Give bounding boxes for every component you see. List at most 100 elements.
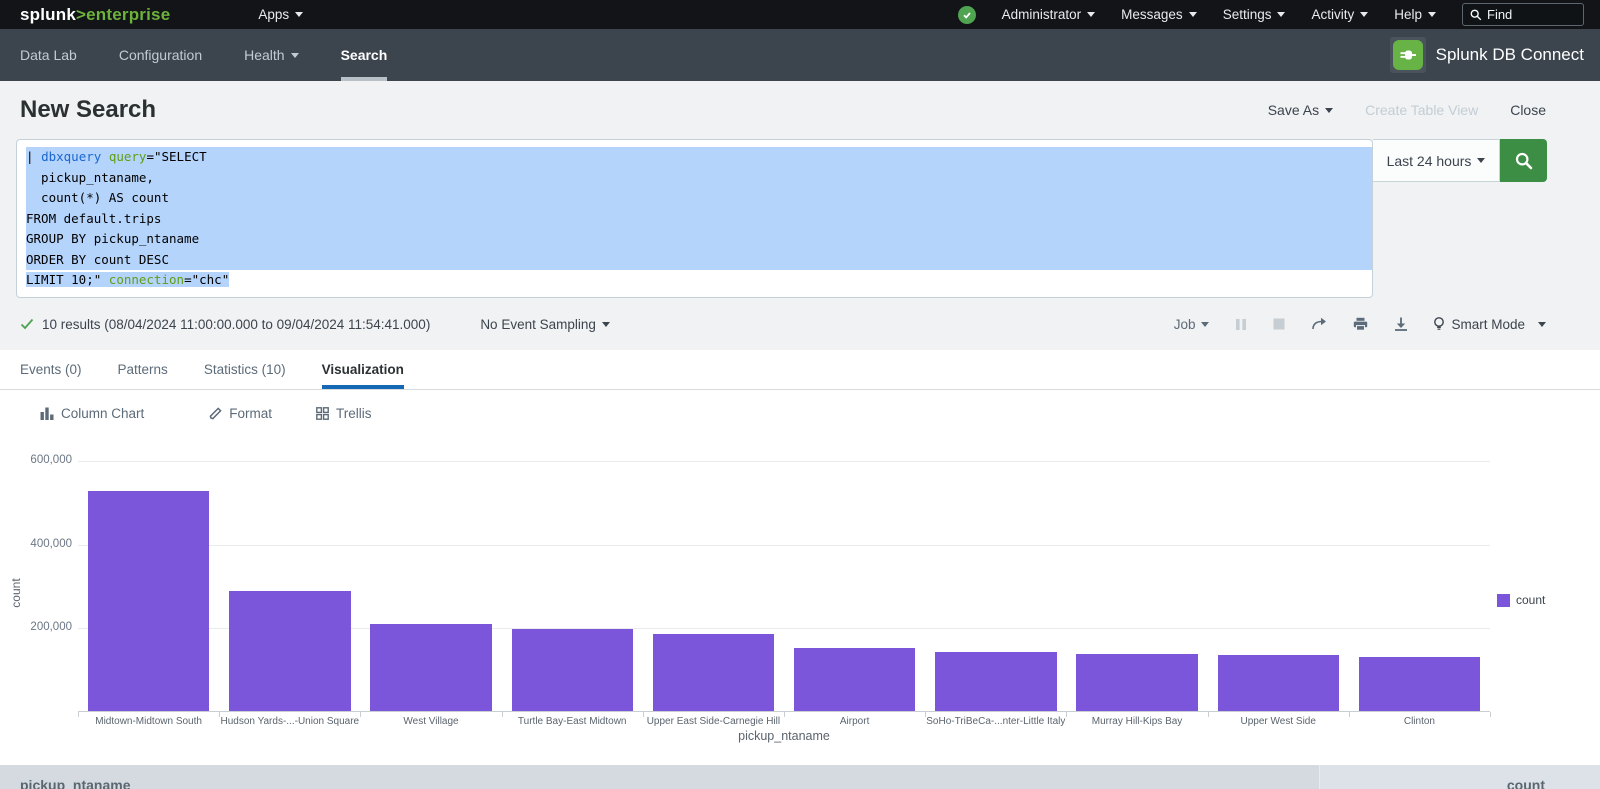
print-button[interactable] [1353,317,1368,331]
chart-bar[interactable] [229,591,350,711]
format-button[interactable]: Format [209,406,272,421]
format-label: Format [229,406,272,421]
x-axis-tick [1490,712,1491,717]
nav-item-search[interactable]: Search [341,29,388,81]
search-submit-button[interactable] [1500,139,1547,182]
chart-bars [78,461,1490,711]
page-title: New Search [20,96,156,124]
tab-events-0[interactable]: Events (0) [20,350,82,389]
nav-item-health[interactable]: Health [244,29,298,81]
health-status-icon[interactable] [958,6,976,24]
column-header-pickup-ntaname[interactable]: pickup_ntaname [0,765,1320,789]
time-range-picker[interactable]: Last 24 hours [1373,139,1500,182]
chevron-down-icon [1428,12,1436,17]
app-nav-bar: Data Lab Configuration Health Search Splunk… [0,29,1600,81]
pause-job-button[interactable] [1235,318,1247,331]
trellis-grid-icon [316,407,329,420]
chart-bar[interactable] [935,652,1056,711]
stop-job-button[interactable] [1273,318,1285,330]
download-icon [1394,317,1408,331]
chart-bar-slot [1208,461,1349,711]
help-menu-label: Help [1394,7,1422,22]
chart-bar[interactable] [370,624,491,711]
legend-label: count [1516,593,1545,607]
job-menu[interactable]: Job [1174,317,1210,332]
time-range-label: Last 24 hours [1387,153,1472,169]
chart-bar[interactable] [794,648,915,711]
help-menu[interactable]: Help [1394,7,1436,22]
query-line: ORDER BY count DESC [26,250,1372,271]
query-line: FROM default.trips [26,209,1372,230]
splunk-logo-product: enterprise [86,5,170,24]
query-token: LIMIT 10;" [26,272,109,287]
legend-swatch [1497,594,1510,607]
export-button[interactable] [1394,317,1408,331]
query-token: GROUP BY pickup_ntaname [26,231,199,246]
app-identity[interactable]: Splunk DB Connect [1390,37,1584,73]
chart-bar[interactable] [1076,654,1197,711]
activity-menu[interactable]: Activity [1311,7,1368,22]
chart-bar[interactable] [653,634,774,711]
success-check-icon [20,318,34,330]
stop-icon [1273,318,1285,330]
x-category-label: Upper East Side-Carnegie Hill [643,716,784,727]
tab-label: Visualization [322,362,404,377]
create-table-view-button[interactable]: Create Table View [1365,102,1478,118]
splunk-logo[interactable]: splunk>enterprise [20,5,170,25]
splunk-top-bar: splunk>enterprise Apps Administrator Mess… [0,0,1600,29]
pause-icon [1235,318,1247,331]
splunk-logo-gt: > [76,5,86,24]
messages-menu[interactable]: Messages [1121,7,1197,22]
share-icon [1311,317,1327,331]
chart-bar[interactable] [88,491,209,711]
tab-patterns[interactable]: Patterns [118,350,168,389]
search-mode-selector[interactable]: Smart Mode [1434,317,1546,332]
check-icon [962,10,972,20]
find-input[interactable] [1487,7,1567,22]
chart-bar-slot [78,461,219,711]
search-query-input[interactable]: | dbxquery query="SELECT pickup_ntaname,… [16,139,1373,298]
visualization-toolbar: Column Chart Format Trellis [0,390,1600,436]
chart-legend[interactable]: count [1497,593,1545,607]
administrator-menu[interactable]: Administrator [1002,7,1096,22]
settings-menu[interactable]: Settings [1223,7,1286,22]
close-button[interactable]: Close [1510,102,1546,118]
save-as-button[interactable]: Save As [1268,102,1333,118]
x-category-label: Murray Hill-Kips Bay [1066,716,1207,727]
tab-visualization[interactable]: Visualization [322,350,404,389]
apps-menu[interactable]: Apps [258,7,303,22]
nav-item-label: Search [341,47,388,63]
results-summary: 10 results (08/04/2024 11:00:00.000 to 0… [42,317,430,332]
chevron-down-icon [1087,12,1095,17]
search-header-section: New Search Save As Create Table View Clo… [0,81,1600,350]
share-job-button[interactable] [1311,317,1327,331]
chart-type-button[interactable]: Column Chart [40,406,165,421]
tab-statistics-10[interactable]: Statistics (10) [204,350,286,389]
chart-plot-area [78,461,1490,712]
chart-bar-slot [360,461,501,711]
chevron-down-icon [291,53,299,58]
x-category-label: Clinton [1349,716,1490,727]
nav-item-data-lab[interactable]: Data Lab [20,29,77,81]
chart-bar[interactable] [1218,655,1339,711]
trellis-button[interactable]: Trellis [316,406,372,421]
query-token: dbxquery [41,149,101,164]
nav-item-configuration[interactable]: Configuration [119,29,202,81]
tab-label: Patterns [118,362,168,377]
column-header-count[interactable]: count [1320,765,1600,789]
trellis-label: Trellis [336,406,372,421]
search-icon [1514,151,1534,171]
search-mode-label: Smart Mode [1451,317,1525,332]
y-tick-label: 600,000 [14,454,72,466]
chevron-down-icon [1538,322,1546,327]
chevron-down-icon [1477,158,1485,163]
chart-bar[interactable] [1359,657,1480,711]
event-sampling-dropdown[interactable]: No Event Sampling [480,317,610,332]
find-search-box[interactable] [1462,3,1584,26]
db-connect-app-icon [1390,37,1426,73]
chart-bar[interactable] [512,629,633,711]
chart-bar-slot [502,461,643,711]
chevron-down-icon [602,322,610,327]
messages-menu-label: Messages [1121,7,1183,22]
x-category-label: Turtle Bay-East Midtown [502,716,643,727]
